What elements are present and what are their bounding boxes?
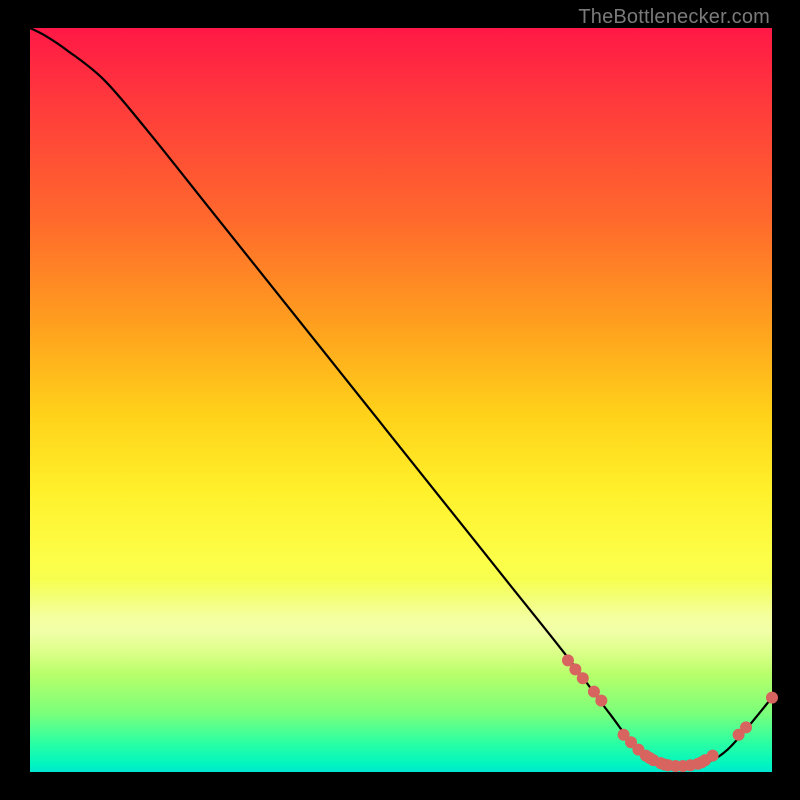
plot-area bbox=[30, 28, 772, 772]
curve-marker bbox=[595, 695, 607, 707]
chart-frame: TheBottlenecker.com bbox=[0, 0, 800, 800]
curve-marker bbox=[577, 672, 589, 684]
watermark-text: TheBottlenecker.com bbox=[578, 6, 770, 29]
bottleneck-curve bbox=[30, 28, 772, 772]
curve-marker bbox=[707, 750, 719, 762]
curve-marker bbox=[740, 721, 752, 733]
curve-line bbox=[30, 28, 772, 766]
curve-marker bbox=[766, 692, 778, 704]
